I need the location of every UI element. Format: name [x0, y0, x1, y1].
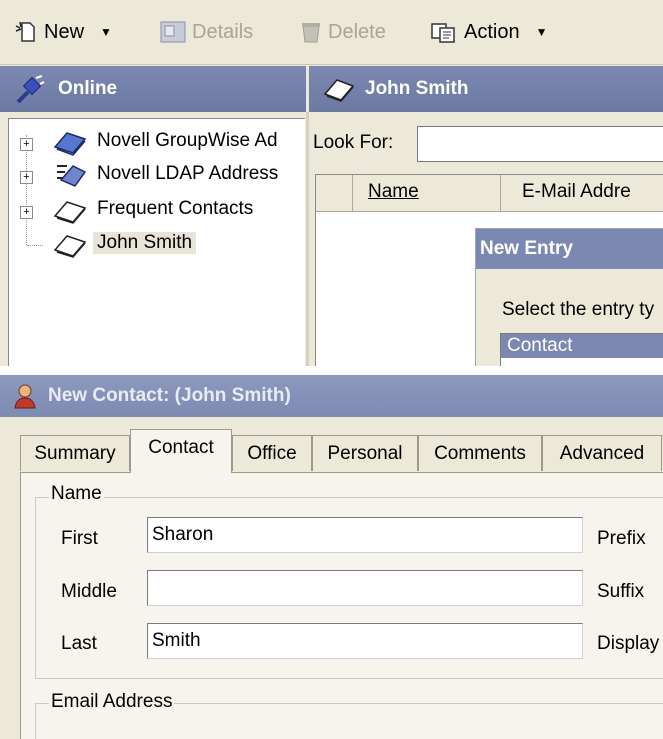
- tab-summary[interactable]: Summary: [20, 435, 130, 471]
- addressbook-header: John Smith: [309, 66, 663, 112]
- new-contact-title: New Contact: (John Smith): [48, 385, 291, 406]
- middle-name-label: Middle: [61, 581, 117, 602]
- new-icon: [15, 21, 35, 42]
- name-group-title: Name: [49, 483, 104, 505]
- address-book-icon: [53, 235, 87, 258]
- middle-name-field[interactable]: [147, 570, 583, 606]
- tab-personal[interactable]: Personal: [312, 435, 418, 471]
- action-dropdown-arrow[interactable]: ▼: [536, 25, 548, 39]
- delete-icon: [302, 23, 320, 43]
- column-separator[interactable]: [352, 175, 353, 211]
- contact-tab-panel: Name First Sharon Prefix Middle Suffix L…: [20, 472, 663, 739]
- prefix-label: Prefix: [597, 528, 646, 549]
- address-book-blue-icon: [53, 132, 87, 156]
- expand-icon[interactable]: +: [20, 171, 33, 184]
- details-label: Details: [192, 20, 254, 43]
- new-entry-prompt: Select the entry ty: [502, 299, 655, 320]
- addressbook-header-label: John Smith: [365, 78, 469, 99]
- last-name-field[interactable]: Smith: [147, 623, 583, 659]
- email-group-title: Email Address: [49, 691, 175, 713]
- address-book-icon: [323, 79, 355, 102]
- delete-label: Delete: [328, 20, 386, 43]
- new-entry-title: New Entry: [476, 229, 663, 269]
- tab-contact[interactable]: Contact: [130, 429, 232, 473]
- new-label: New: [44, 20, 85, 43]
- column-header-name[interactable]: Name: [368, 181, 419, 203]
- delete-button[interactable]: Delete: [300, 14, 386, 50]
- list-header: Name E-Mail Addre: [316, 175, 663, 212]
- new-entry-dialog: New Entry Select the entry ty Contact: [475, 228, 663, 366]
- entry-type-list[interactable]: Contact: [500, 333, 663, 366]
- suffix-label: Suffix: [597, 581, 645, 602]
- tree-item-label: Novell GroupWise Ad: [97, 130, 278, 151]
- tab-comments[interactable]: Comments: [418, 435, 542, 471]
- details-button[interactable]: Details: [160, 14, 253, 50]
- first-name-field[interactable]: Sharon: [147, 517, 583, 553]
- expand-icon[interactable]: +: [20, 206, 33, 219]
- tree-item-label: Novell LDAP Address: [97, 163, 279, 184]
- plug-icon: [16, 75, 45, 104]
- column-separator[interactable]: [500, 175, 501, 211]
- address-book-icon: [53, 201, 87, 224]
- details-icon: [160, 21, 186, 43]
- tab-advanced[interactable]: Advanced: [542, 435, 662, 471]
- entry-type-option[interactable]: Contact: [501, 334, 663, 358]
- tree-item-label: Frequent Contacts: [97, 198, 254, 219]
- contact-person-icon: [14, 384, 36, 409]
- address-book-window: New ▼ Details Delete Action ▼ Online Joh…: [0, 0, 663, 366]
- online-header: Online: [0, 66, 306, 112]
- expand-icon[interactable]: +: [20, 138, 33, 151]
- ldap-address-book-icon: [57, 165, 87, 187]
- first-name-label: First: [61, 528, 98, 549]
- action-button[interactable]: Action ▼: [430, 14, 547, 50]
- new-contact-titlebar: New Contact: (John Smith): [0, 375, 663, 417]
- action-icon: [431, 23, 455, 43]
- tree-item-label: John Smith: [93, 232, 197, 254]
- new-button[interactable]: New ▼: [14, 14, 112, 50]
- contacts-pane: Look For: Name E-Mail Addre New Entry Se…: [309, 112, 663, 366]
- toolbar: New ▼ Details Delete Action ▼: [0, 0, 663, 65]
- online-header-label: Online: [58, 78, 118, 99]
- tree-connector: [26, 135, 27, 245]
- new-contact-window: New Contact: (John Smith) Summary Contac…: [0, 375, 663, 739]
- look-for-input[interactable]: [417, 126, 663, 162]
- tab-office[interactable]: Office: [232, 435, 312, 471]
- look-for-label: Look For:: [313, 132, 394, 153]
- display-label: Display: [597, 633, 660, 654]
- addressbook-tree: + Novell GroupWise Ad + Novell LDAP Addr…: [8, 118, 305, 366]
- action-label: Action: [464, 20, 520, 43]
- new-dropdown-arrow[interactable]: ▼: [100, 25, 112, 39]
- last-name-label: Last: [61, 633, 97, 654]
- column-header-email[interactable]: E-Mail Addre: [522, 181, 631, 203]
- tree-connector: [27, 245, 43, 246]
